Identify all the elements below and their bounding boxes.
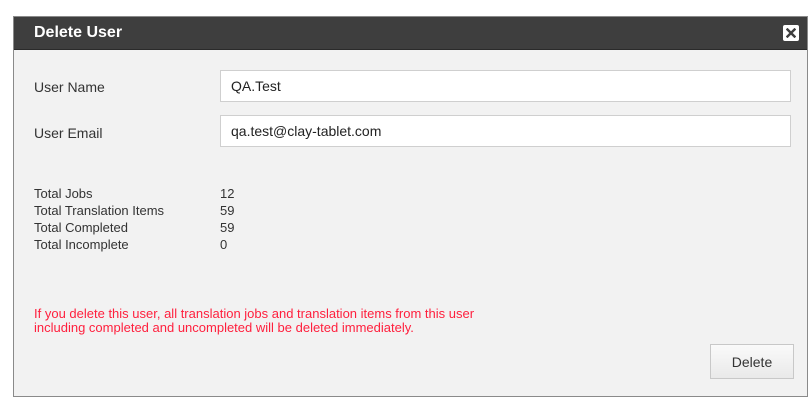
- stat-label-total-jobs: Total Jobs: [34, 186, 93, 201]
- stat-value-total-translation-items: 59: [220, 203, 235, 218]
- delete-button[interactable]: Delete: [710, 344, 794, 379]
- close-icon: [786, 28, 796, 38]
- user-email-label: User Email: [34, 125, 103, 141]
- dialog-titlebar: Delete User: [14, 17, 807, 50]
- stat-value-total-completed: 59: [220, 220, 235, 235]
- delete-warning-message: If you delete this user, all translation…: [34, 307, 674, 335]
- dialog-title: Delete User: [34, 24, 123, 41]
- stat-value-total-jobs: 12: [220, 186, 235, 201]
- warning-line-2: including completed and uncompleted will…: [34, 320, 414, 335]
- user-name-label: User Name: [34, 79, 105, 95]
- user-email-input[interactable]: [220, 115, 791, 147]
- delete-user-dialog: Delete User User Name User Email Total J…: [13, 16, 808, 397]
- stat-label-total-translation-items: Total Translation Items: [34, 203, 165, 218]
- stat-label-total-incomplete: Total Incomplete: [34, 237, 129, 252]
- stat-value-total-incomplete: 0: [220, 237, 228, 252]
- close-button[interactable]: [783, 25, 799, 41]
- stat-label-total-completed: Total Completed: [34, 220, 128, 235]
- warning-line-1: If you delete this user, all translation…: [34, 306, 475, 321]
- user-name-input[interactable]: [220, 70, 791, 102]
